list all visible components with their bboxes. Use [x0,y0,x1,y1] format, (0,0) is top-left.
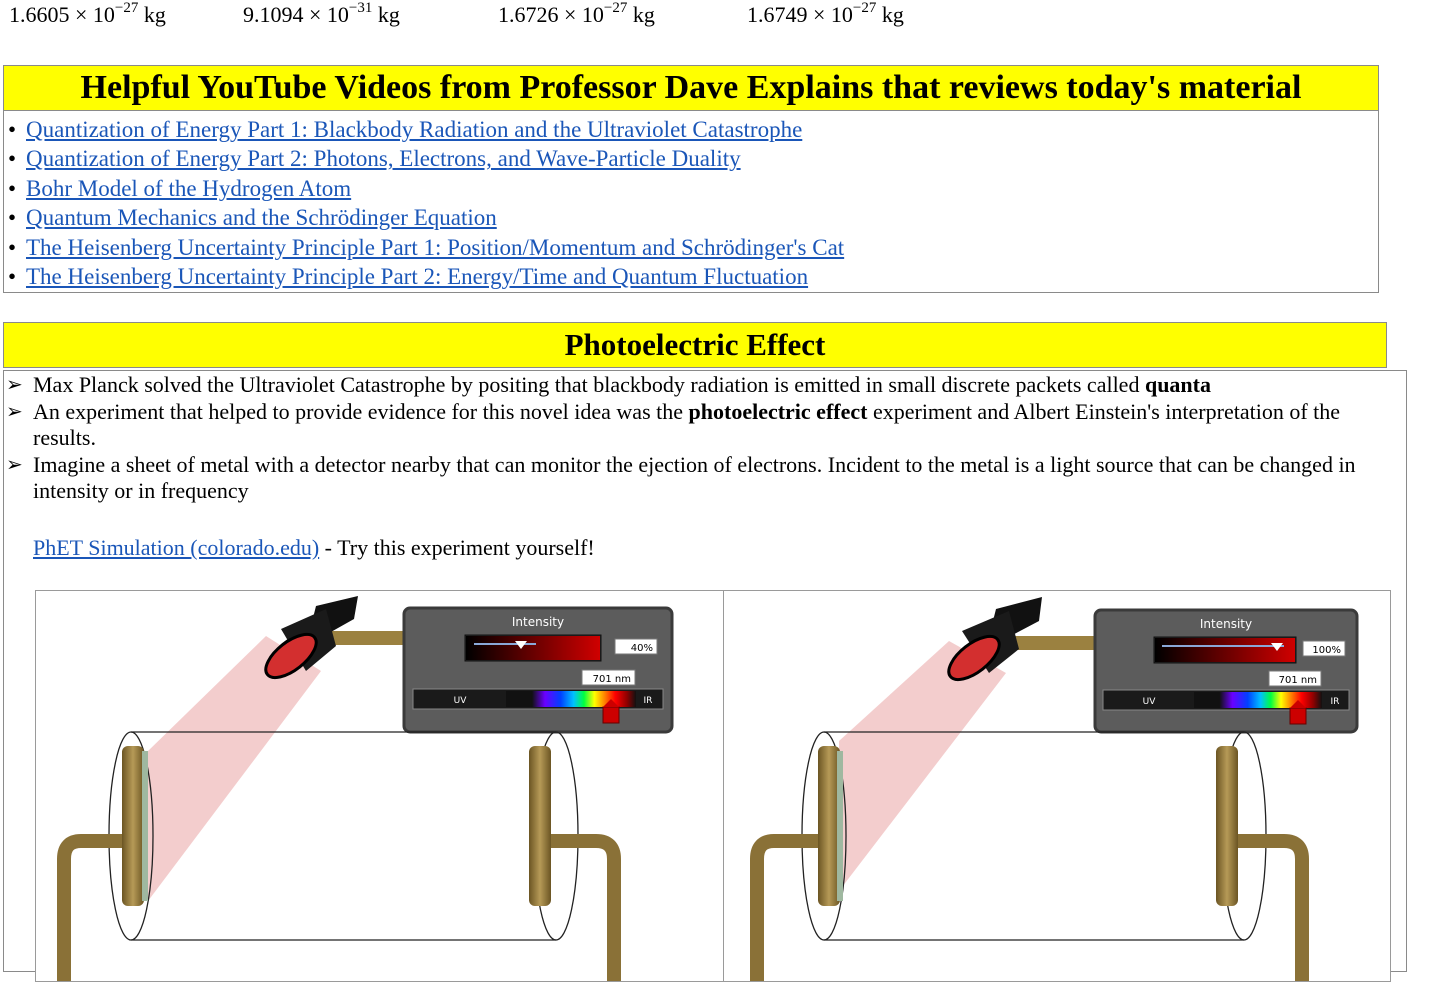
mass-proton: 1.6726 × 10−27 kg [498,0,655,27]
right-wire [551,834,621,981]
photoelectric-bullets: ➢ Max Planck solved the Ultraviolet Catas… [4,372,1406,504]
metal-plate [837,751,843,901]
left-electrode [818,746,840,906]
arrow-bullet-icon: ➢ [6,374,23,396]
list-item: • Quantization of Energy Part 1: Blackbod… [8,117,803,142]
phet-simulation-screenshot-2: Intensity 100% 701 nm UV IR [723,590,1391,982]
intensity-label: Intensity [512,615,564,629]
photoelectric-content-box: ➢ Max Planck solved the Ultraviolet Catas… [3,370,1407,982]
bullet-planck: ➢ Max Planck solved the Ultraviolet Catas… [6,372,1211,397]
ir-label: IR [1331,697,1340,707]
video-link-quantization-1[interactable]: Quantization of Energy Part 1: Blackbody… [26,117,802,142]
mass-amu: 1.6605 × 10−27 kg [9,0,166,27]
uv-label: UV [454,696,468,706]
wavelength-value: 701 nm [1279,675,1317,686]
intensity-slider[interactable] [1155,638,1295,662]
bullet-imagine: ➢ Imagine a sheet of metal with a detecto… [6,452,1356,503]
light-beam [839,641,1006,891]
mass-electron: 9.1094 × 10−31 kg [243,0,400,27]
light-beam [148,636,321,901]
particle-masses-row: 1.6605 × 10−27 kg 9.1094 × 10−31 kg 1.67… [0,0,1000,40]
arrow-bullet-icon: ➢ [6,454,23,476]
right-electrode [529,746,551,906]
list-item: • The Heisenberg Uncertainty Principle Pa… [8,264,809,290]
control-panel: Intensity 100% 701 nm UV IR [1093,608,1359,734]
intensity-label: Intensity [1200,617,1252,631]
youtube-link-list: • Quantization of Energy Part 1: Blackbod… [4,111,1378,291]
youtube-section-title: Helpful YouTube Videos from Professor Da… [4,66,1378,111]
youtube-videos-box: Helpful YouTube Videos from Professor Da… [3,65,1379,293]
simulation-illustration-2: Intensity 100% 701 nm UV IR [750,597,1359,981]
intensity-value: 40% [631,643,653,654]
arrow-bullet-icon: ➢ [6,401,23,423]
left-wire [57,834,122,981]
wavelength-value: 701 nm [593,674,631,685]
right-wire [1238,834,1309,981]
video-link-heisenberg-1[interactable]: The Heisenberg Uncertainty Principle Par… [26,235,844,260]
video-link-bohr-model[interactable]: Bohr Model of the Hydrogen Atom [26,176,351,201]
phet-simulation-screenshot-1: Intensity 40% 701 nm UV IR [35,590,725,982]
uv-label: UV [1143,697,1157,707]
right-electrode [1216,746,1238,906]
bullet-experiment: ➢ An experiment that helped to provide ev… [6,399,1341,450]
phet-line: PhET Simulation (colorado.edu) - Try thi… [33,535,595,560]
intensity-slider[interactable] [466,636,600,660]
list-item: • The Heisenberg Uncertainty Principle Pa… [8,234,845,260]
mass-neutron: 1.6749 × 10−27 kg [747,0,904,27]
video-link-quantization-2[interactable]: Quantization of Energy Part 2: Photons, … [26,146,741,171]
list-item: • Quantization of Energy Part 2: Photons,… [8,146,741,172]
list-item: • Quantum Mechanics and the Schrödinger E… [8,205,497,231]
left-electrode [122,746,144,906]
photoelectric-section-title: Photoelectric Effect [3,322,1387,368]
control-panel: Intensity 40% 701 nm UV IR [402,606,674,734]
video-link-heisenberg-2[interactable]: The Heisenberg Uncertainty Principle Par… [26,264,808,289]
video-link-schrodinger[interactable]: Quantum Mechanics and the Schrödinger Eq… [26,205,497,230]
simulation-illustration-1: Intensity 40% 701 nm UV IR [57,596,674,981]
intensity-value: 100% [1312,645,1341,656]
ir-label: IR [644,696,653,706]
phet-simulation-link[interactable]: PhET Simulation (colorado.edu) [33,535,319,560]
metal-plate [142,751,148,901]
list-item: • Bohr Model of the Hydrogen Atom [8,175,352,201]
